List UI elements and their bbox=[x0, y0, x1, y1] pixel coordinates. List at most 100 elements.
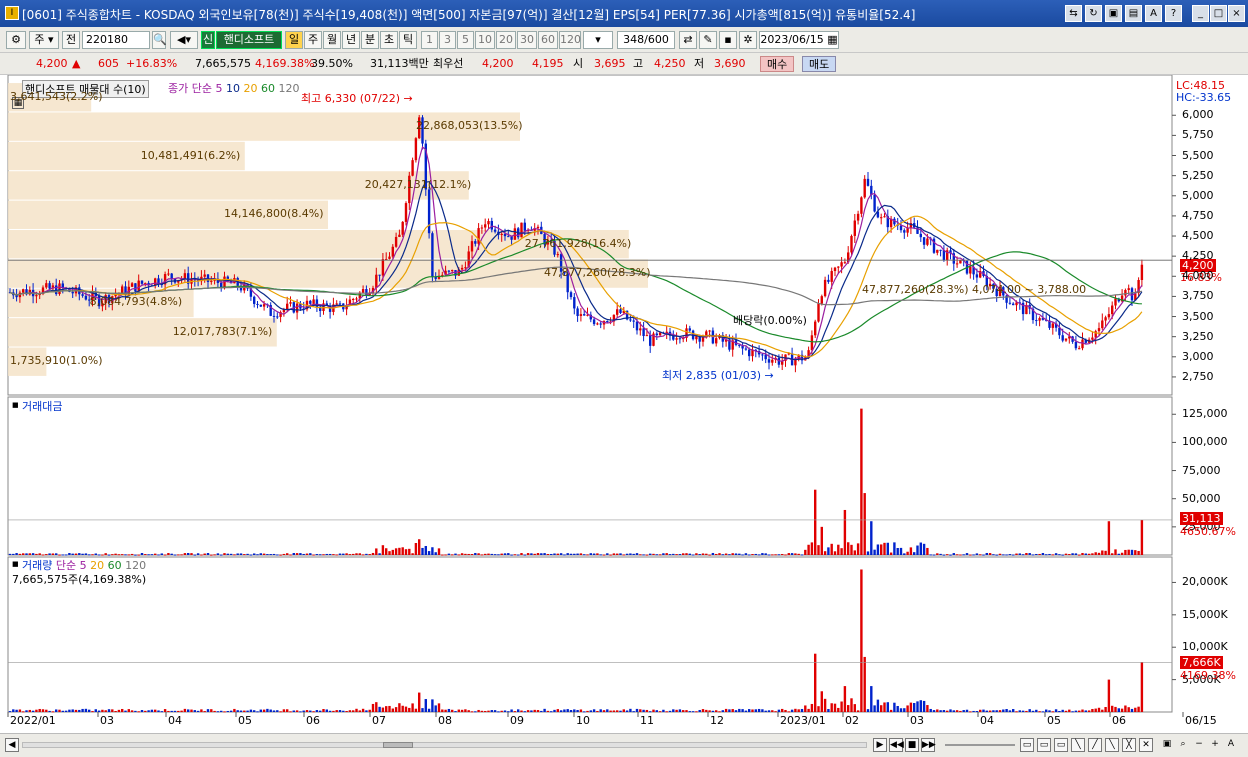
volume-bar bbox=[797, 709, 800, 712]
period-day[interactable]: 일 bbox=[285, 31, 303, 49]
amount-bar bbox=[645, 554, 649, 556]
interval-60[interactable]: 60 bbox=[538, 31, 558, 49]
volume-bar bbox=[965, 709, 969, 712]
speaker-icon[interactable]: ◀▾ bbox=[170, 31, 198, 49]
interval-120[interactable]: 120 bbox=[559, 31, 581, 49]
volume-bar bbox=[114, 711, 117, 713]
volume-bar bbox=[493, 710, 497, 712]
zoom-slider[interactable] bbox=[945, 744, 1015, 746]
settings-icon[interactable]: ✲ bbox=[739, 31, 757, 49]
volume-bar bbox=[276, 710, 279, 712]
candle-body bbox=[388, 256, 391, 259]
code-input[interactable]: 220180 bbox=[82, 31, 150, 49]
help-icon[interactable]: ? bbox=[1165, 5, 1182, 22]
draw2-icon[interactable]: ╱ bbox=[1088, 738, 1102, 752]
volume-bar bbox=[279, 711, 282, 713]
interval-30[interactable]: 30 bbox=[517, 31, 537, 49]
play-icon[interactable]: ▶ bbox=[873, 738, 887, 752]
font-icon[interactable]: A bbox=[1145, 5, 1162, 22]
amount-bar bbox=[695, 553, 698, 555]
wrench-icon[interactable]: ✎ bbox=[699, 31, 717, 49]
amount-bar bbox=[457, 554, 460, 556]
refresh-icon[interactable]: ↻ bbox=[1085, 5, 1102, 22]
interval-20[interactable]: 20 bbox=[496, 31, 516, 49]
volume-bar bbox=[728, 709, 731, 712]
date-tick-label: 06/15 bbox=[1185, 714, 1217, 727]
period-select[interactable]: 주 ▾ bbox=[29, 31, 59, 49]
candle-body bbox=[381, 259, 385, 276]
maximize-icon[interactable]: □ bbox=[1210, 5, 1227, 22]
period-second[interactable]: 초 bbox=[380, 31, 398, 49]
candle-body bbox=[619, 309, 622, 313]
buy-button[interactable]: 매수 bbox=[760, 56, 795, 72]
period-week[interactable]: 주 bbox=[304, 31, 322, 49]
volume-bar bbox=[721, 710, 724, 712]
interval-3[interactable]: 3 bbox=[439, 31, 456, 49]
volume-bar bbox=[1081, 709, 1084, 712]
scroll-left-icon[interactable]: ◀ bbox=[5, 738, 19, 752]
volume-bar bbox=[556, 709, 559, 712]
layout1-icon[interactable]: ▭ bbox=[1020, 738, 1034, 752]
amount-bar bbox=[342, 553, 345, 555]
chart-icon[interactable]: ▤ bbox=[1125, 5, 1142, 22]
interval-10[interactable]: 10 bbox=[475, 31, 495, 49]
rewind-icon[interactable]: ◀◀ bbox=[889, 738, 904, 752]
scroll-track[interactable] bbox=[22, 742, 867, 748]
volume-bar bbox=[979, 709, 982, 712]
prev-button[interactable]: 전 bbox=[62, 31, 80, 49]
interval-1[interactable]: 1 bbox=[421, 31, 438, 49]
amount-bar bbox=[850, 544, 853, 555]
draw3-icon[interactable]: ╲ bbox=[1105, 738, 1119, 752]
volume-bar bbox=[78, 709, 81, 712]
window-icon[interactable]: ▣ bbox=[1105, 5, 1122, 22]
amount-bar bbox=[553, 553, 556, 555]
arrows-icon[interactable]: ⇄ bbox=[679, 31, 697, 49]
screen-icon[interactable]: ▣ bbox=[1160, 738, 1174, 752]
candle-body bbox=[850, 235, 853, 253]
zoom-in-icon[interactable]: + bbox=[1208, 738, 1222, 752]
chart-canvas[interactable] bbox=[0, 75, 1248, 757]
period-minute[interactable]: 분 bbox=[361, 31, 379, 49]
sell-button[interactable]: 매도 bbox=[802, 56, 837, 72]
search-icon[interactable]: 🔍 bbox=[152, 31, 167, 49]
period-year[interactable]: 년 bbox=[342, 31, 360, 49]
period-month[interactable]: 월 bbox=[323, 31, 341, 49]
bid-price: 4,195 bbox=[532, 57, 564, 70]
dividend-annotation: 배당락(0.00%) bbox=[733, 314, 807, 327]
interval-input[interactable]: ▾ bbox=[583, 31, 613, 49]
font-size-icon[interactable]: A bbox=[1224, 738, 1238, 752]
price-tick-label: 6,000 bbox=[1182, 108, 1214, 122]
save-icon[interactable]: ▪ bbox=[719, 31, 737, 49]
candle-body bbox=[926, 238, 929, 245]
candle-body bbox=[1081, 339, 1084, 349]
scroll-thumb[interactable] bbox=[383, 742, 413, 748]
zoom-search-icon[interactable]: ⌕ bbox=[1176, 738, 1190, 752]
candle-body bbox=[576, 308, 579, 317]
candle-body bbox=[569, 292, 573, 298]
volume-bar bbox=[220, 710, 223, 712]
zoom-out-icon[interactable]: − bbox=[1192, 738, 1206, 752]
draw4-icon[interactable]: ╳ bbox=[1122, 738, 1136, 752]
date-input[interactable]: 2023/06/15 ▦ bbox=[759, 31, 839, 49]
volume-bar bbox=[873, 705, 876, 712]
candle-body bbox=[256, 303, 259, 305]
volume-bar bbox=[454, 711, 457, 713]
candle-body bbox=[606, 321, 609, 323]
draw1-icon[interactable]: ╲ bbox=[1071, 738, 1085, 752]
minimize-icon[interactable]: _ bbox=[1192, 5, 1209, 22]
stop-icon[interactable]: ■ bbox=[905, 738, 919, 752]
forward-icon[interactable]: ▶▶ bbox=[921, 738, 936, 752]
close-icon[interactable]: × bbox=[1228, 5, 1245, 22]
count-field[interactable]: 348/600 bbox=[617, 31, 675, 49]
stock-chart[interactable]: 핸디소프트 매물대 수(10) ▦ 종가 단순 5 10 20 60 120 L… bbox=[0, 75, 1248, 757]
link-icon[interactable]: ⇆ bbox=[1065, 5, 1082, 22]
amount-bar bbox=[1081, 552, 1084, 555]
draw5-icon[interactable]: ✕ bbox=[1139, 738, 1153, 752]
layout2-icon[interactable]: ▭ bbox=[1037, 738, 1051, 752]
layout3-icon[interactable]: ▭ bbox=[1054, 738, 1068, 752]
volume-bar bbox=[144, 710, 147, 712]
period-tick[interactable]: 틱 bbox=[399, 31, 417, 49]
amount-bar bbox=[751, 554, 754, 556]
interval-5[interactable]: 5 bbox=[457, 31, 474, 49]
tool-icon[interactable]: ⚙ bbox=[6, 31, 26, 49]
